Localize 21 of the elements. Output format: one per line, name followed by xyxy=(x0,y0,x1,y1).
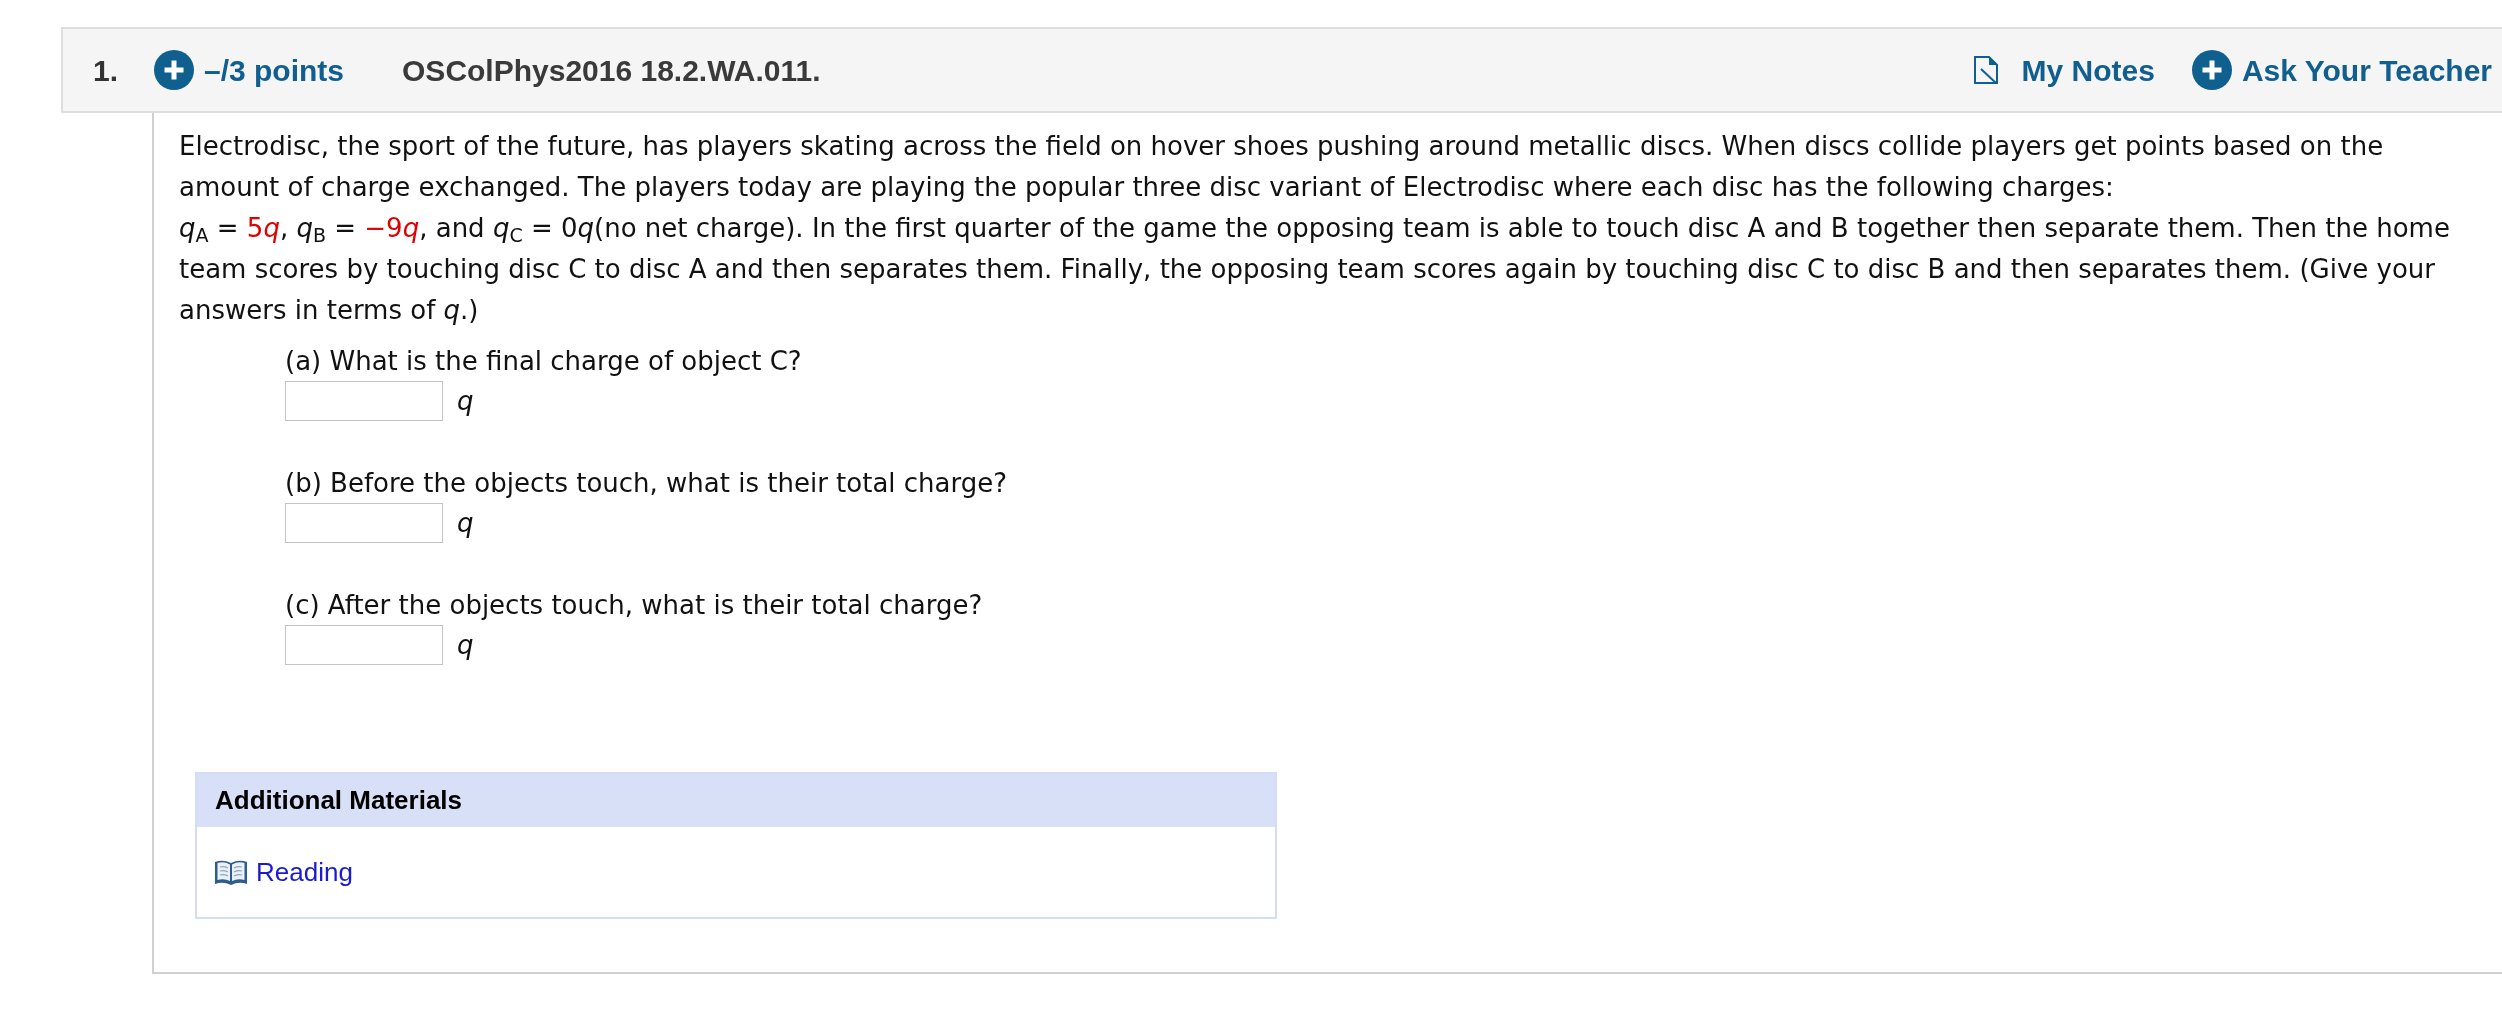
question-number: 1. xyxy=(93,52,120,89)
unit-label: q xyxy=(457,630,474,660)
materials-title: Additional Materials xyxy=(197,774,1275,827)
document-icon xyxy=(1973,56,1998,84)
question-prompt: (b) Before the objects touch, what is their total charge? xyxy=(285,467,1008,500)
unit-label: q xyxy=(457,508,474,538)
answer-field[interactable] xyxy=(285,503,443,543)
points-toggle[interactable]: –/3 points xyxy=(154,47,345,93)
answer-field[interactable] xyxy=(285,381,443,421)
reading-link[interactable]: Reading xyxy=(215,852,353,892)
ask-teacher-link[interactable]: Ask Your Teacher xyxy=(2191,47,2492,93)
plus-circle-icon xyxy=(154,50,194,90)
plus-circle-icon xyxy=(2191,50,2232,90)
question-prompt: (c) After the objects touch, what is their total charge? xyxy=(285,589,983,622)
question-id: OSColPhys2016 18.2.WA.011. xyxy=(402,52,821,89)
unit-label: q xyxy=(457,386,474,416)
answer-field[interactable] xyxy=(285,625,443,665)
my-notes-link[interactable]: My Notes xyxy=(1973,47,2155,93)
book-icon xyxy=(215,858,247,886)
question-prompt: (a) What is the final charge of object C? xyxy=(285,345,802,378)
problem-text: Electrodisc, the sport of the future, has players skating across the field on hover shoes pushing around metallic discs. When discs collide players get points based on the amount of charge exchanged. The players today are playing the popular three disc variant of Electrodisc where each disc has the following charges: q$_{A}$ = 5q, q$_{B}$ = −9q, and q$_{C}$ = 0q(no net charge). In the first quarter of the game the opposing team is able to touch disc A and B together then separate them. Then the home team scores by touching disc C to disc A and then separates them. Finally, the opposing team scores again by touching disc C to disc B and then separates them. (Give your answers in terms of q.) xyxy=(179,130,2451,327)
